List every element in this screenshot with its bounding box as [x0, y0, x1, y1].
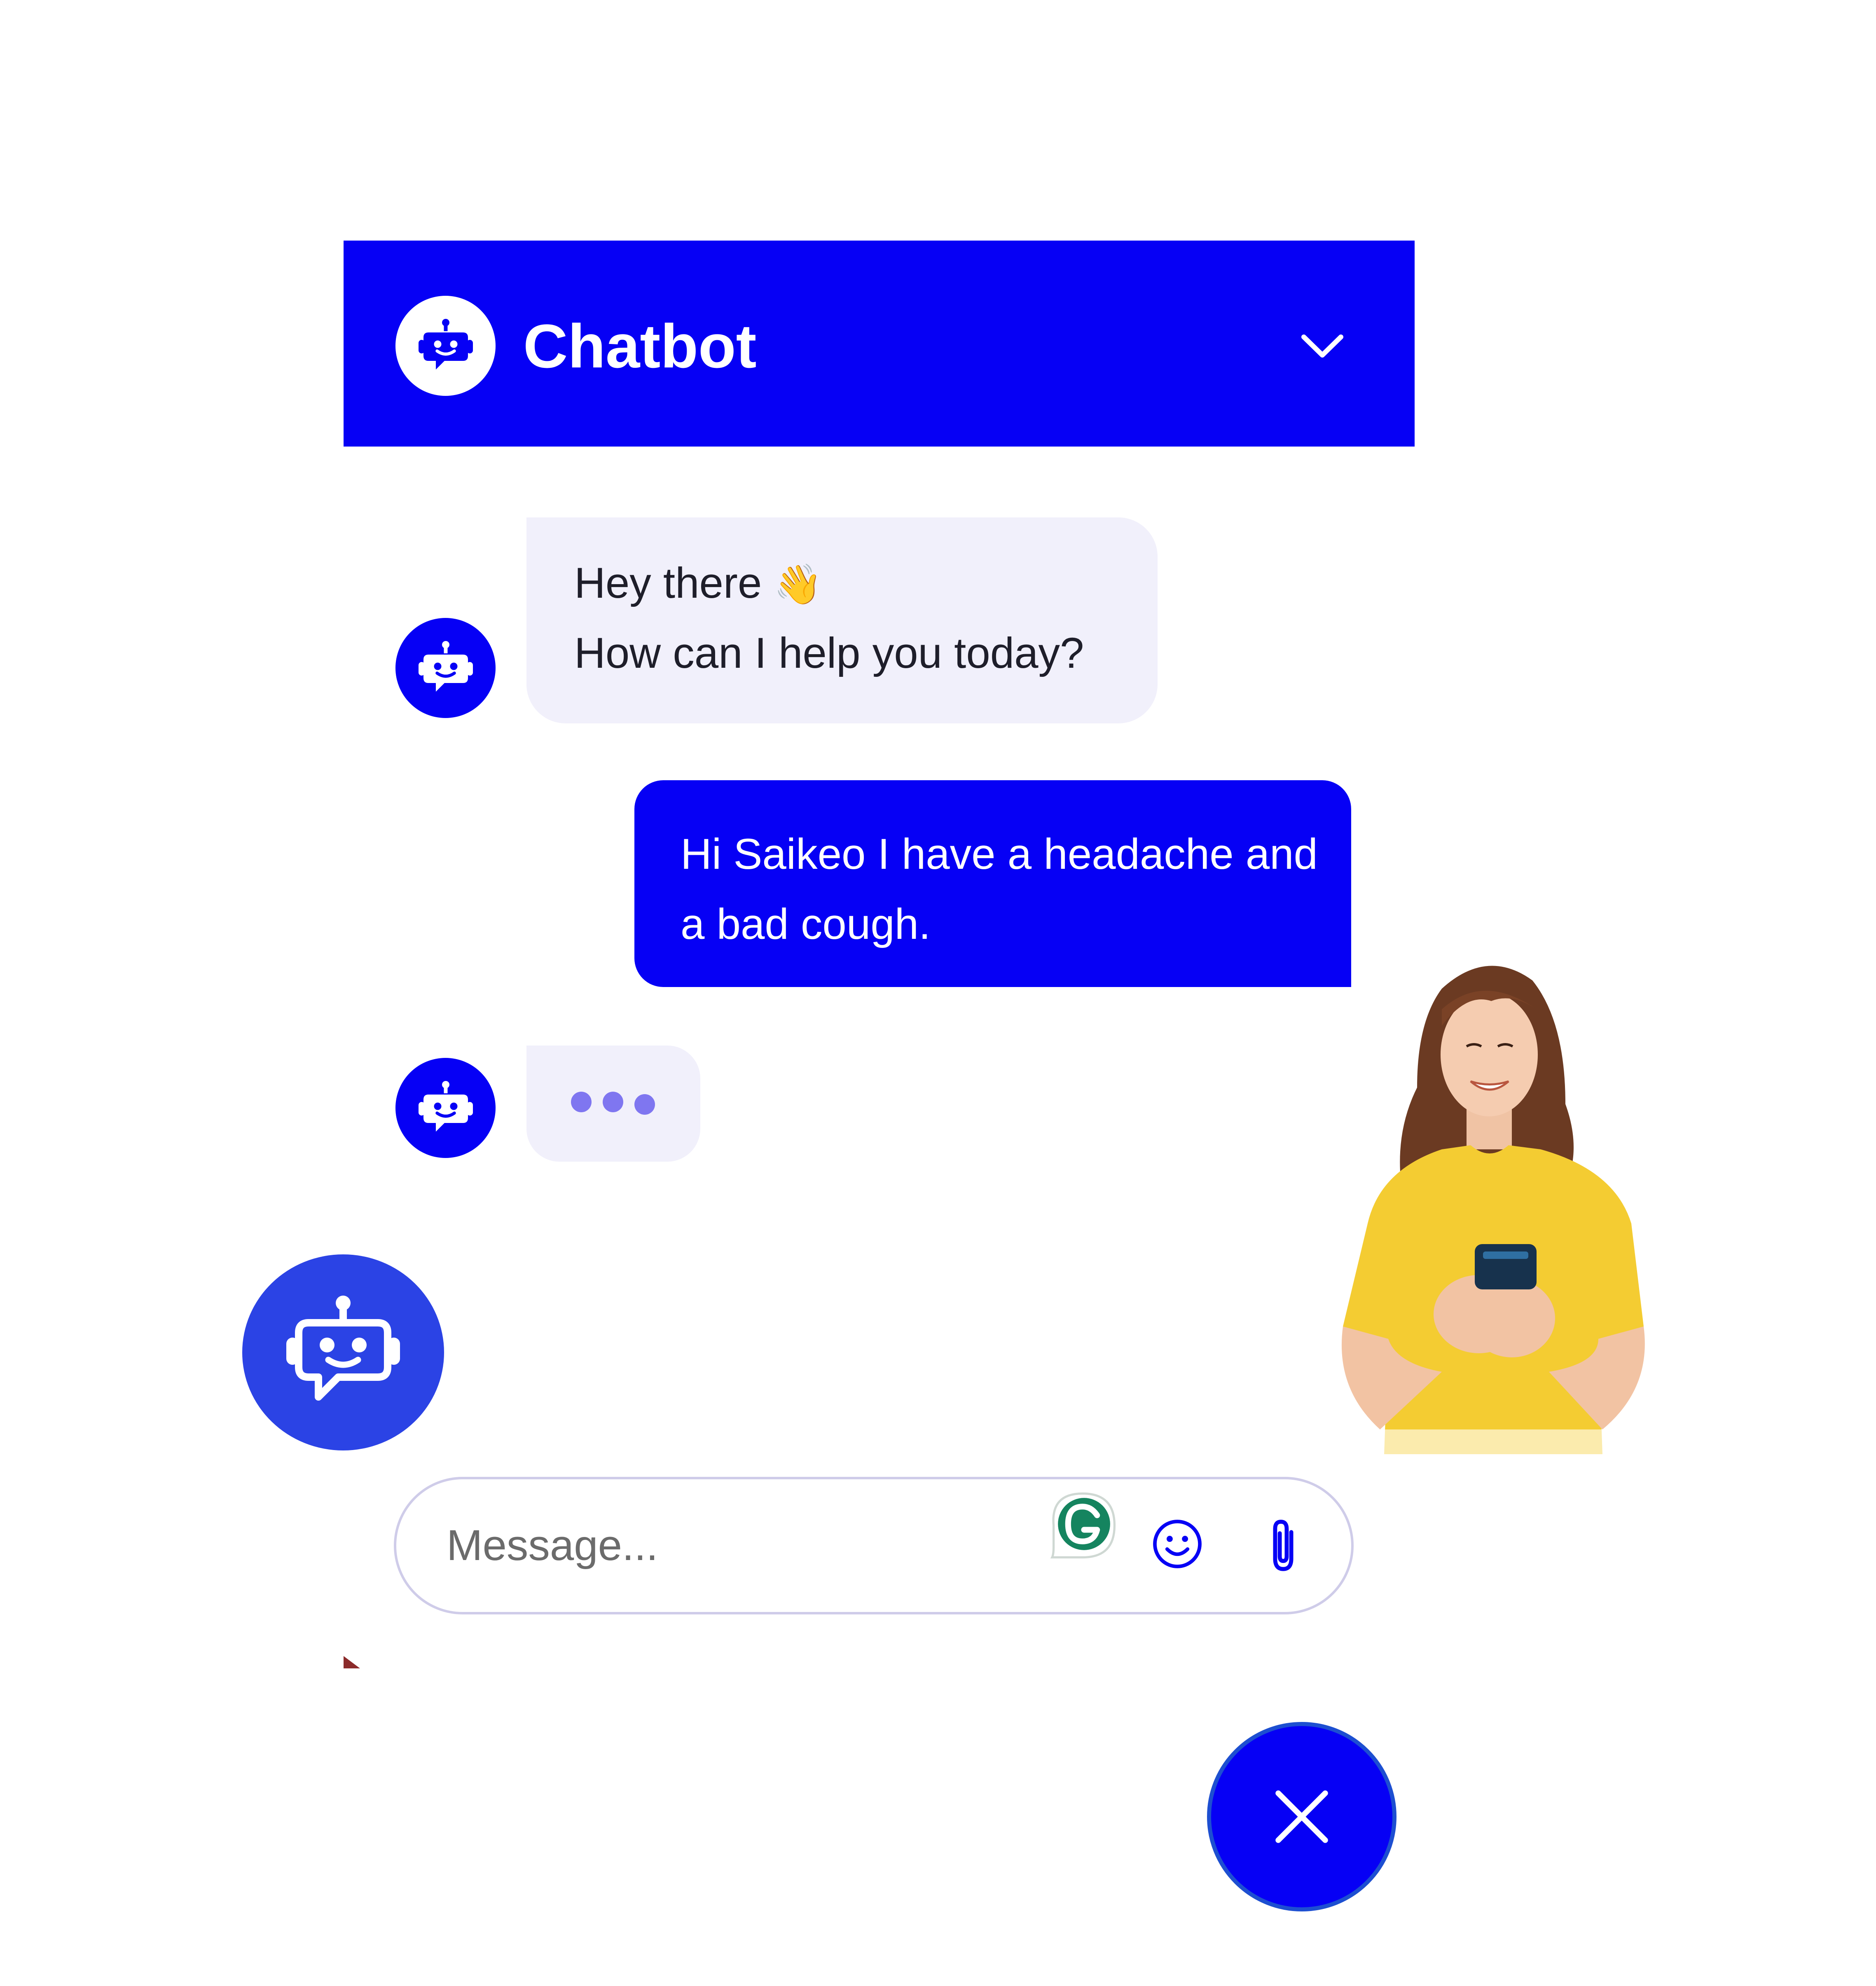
user-message-text: Hi Saikeo I have a headache and a bad co…: [681, 830, 1318, 948]
close-chat-button[interactable]: [1207, 1722, 1396, 1911]
message-composer: [394, 1477, 1354, 1614]
header-avatar: [395, 296, 496, 396]
typing-indicator: [526, 1046, 700, 1162]
paperclip-icon[interactable]: [1265, 1516, 1302, 1574]
robot-chat-icon: [418, 318, 473, 370]
typing-dot: [603, 1092, 623, 1112]
bot-avatar: [395, 1058, 496, 1158]
typing-dot: [634, 1094, 655, 1115]
smiley-icon[interactable]: [1152, 1518, 1203, 1570]
robot-chat-icon: [418, 641, 473, 692]
corner-accent: [344, 1656, 360, 1668]
robot-chat-icon: [286, 1296, 400, 1401]
close-icon: [1275, 1790, 1328, 1843]
bot-message-bubble: Hey there 👋 How can I help you today?: [526, 517, 1158, 723]
chatbot-launcher-button[interactable]: [242, 1254, 444, 1450]
bot-message-line: How can I help you today?: [574, 629, 1084, 677]
user-message-bubble: Hi Saikeo I have a headache and a bad co…: [634, 780, 1351, 987]
robot-chat-icon: [418, 1081, 473, 1132]
chevron-down-icon[interactable]: [1298, 325, 1347, 367]
message-input[interactable]: [446, 1512, 983, 1579]
chat-title: Chatbot: [523, 311, 757, 381]
typing-dot: [571, 1092, 592, 1112]
bot-message-text: Hey there: [574, 559, 762, 607]
chat-header: [344, 241, 1415, 447]
bot-avatar: [395, 618, 496, 718]
waving-hand-emoji: 👋: [774, 563, 823, 606]
grammarly-icon[interactable]: [1046, 1489, 1119, 1562]
woman-using-phone: [1318, 966, 1660, 1454]
bot-message-line: Hey there 👋: [574, 559, 823, 608]
